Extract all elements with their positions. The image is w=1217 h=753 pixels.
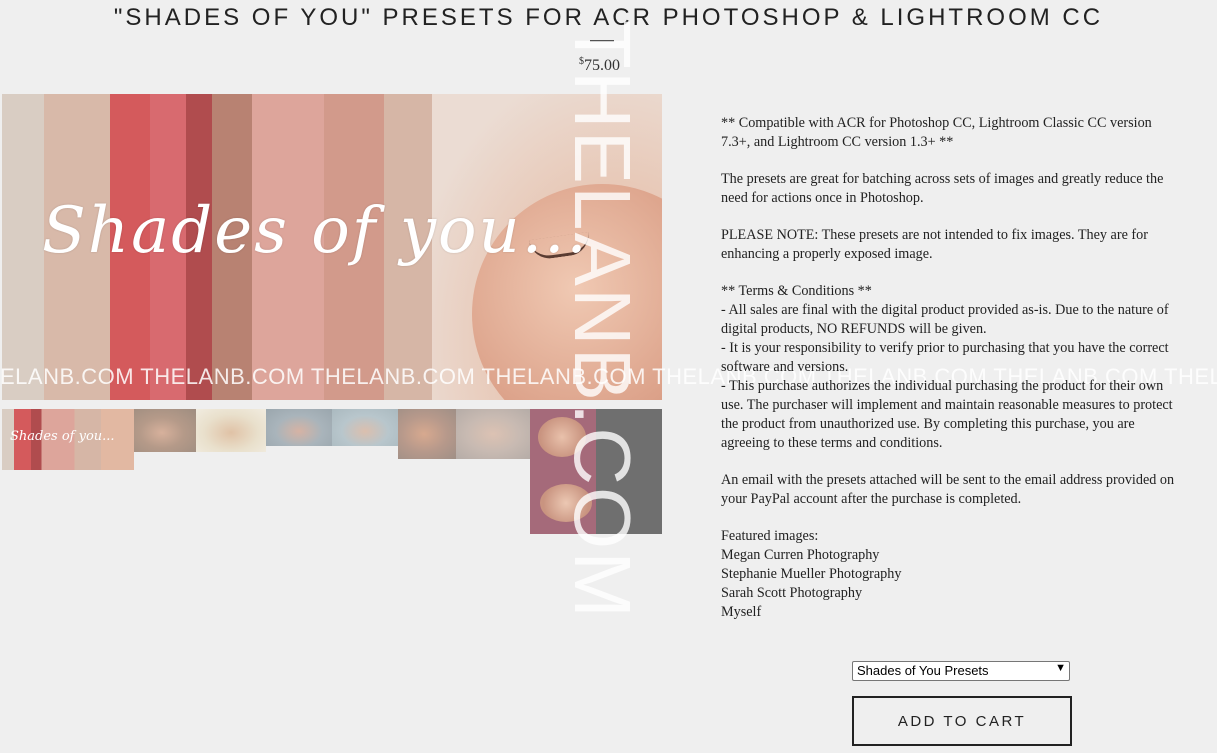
thumbnail-1[interactable]: Shades of you... [2, 409, 134, 470]
batching-note: The presets are great for batching acros… [721, 171, 1164, 206]
thumbnail-3[interactable] [196, 409, 266, 452]
hero-script-text: Shades of you... [42, 194, 589, 268]
featured-credit: Myself [721, 604, 762, 620]
product-description: ** Compatible with ACR for Photoshop CC,… [721, 114, 1205, 640]
featured-credit: Megan Curren Photography [721, 547, 880, 563]
terms-heading: ** Terms & Conditions ** [721, 283, 872, 299]
add-to-cart-button[interactable]: ADD TO CART [852, 696, 1072, 746]
thumbnail-7[interactable] [456, 409, 530, 459]
featured-images: Featured images: Megan Curren Photograph… [721, 527, 1205, 622]
variant-selected-value: Shades of You Presets [857, 663, 989, 678]
email-delivery-note: An email with the presets attached will … [721, 472, 1175, 507]
please-note: PLEASE NOTE: These presets are not inten… [721, 227, 1148, 262]
featured-heading: Featured images: [721, 528, 819, 544]
thumbnail-script: Shades of you... [10, 429, 115, 444]
featured-credit: Stephanie Mueller Photography [721, 566, 902, 582]
thumbnail-5[interactable] [332, 409, 398, 446]
variant-select[interactable]: Shades of You Presets ▼ [852, 661, 1070, 681]
thumbnail-4[interactable] [266, 409, 332, 446]
chevron-down-icon: ▼ [1055, 662, 1066, 674]
thumbnail-6[interactable] [398, 409, 456, 459]
compatibility-note: ** Compatible with ACR for Photoshop CC,… [721, 115, 1152, 150]
thumbnail-2[interactable] [134, 409, 196, 452]
featured-credit: Sarah Scott Photography [721, 585, 863, 601]
terms-and-conditions: ** Terms & Conditions ** - All sales are… [721, 282, 1205, 453]
watermark-vertical: THELANB.COM [560, 20, 647, 620]
